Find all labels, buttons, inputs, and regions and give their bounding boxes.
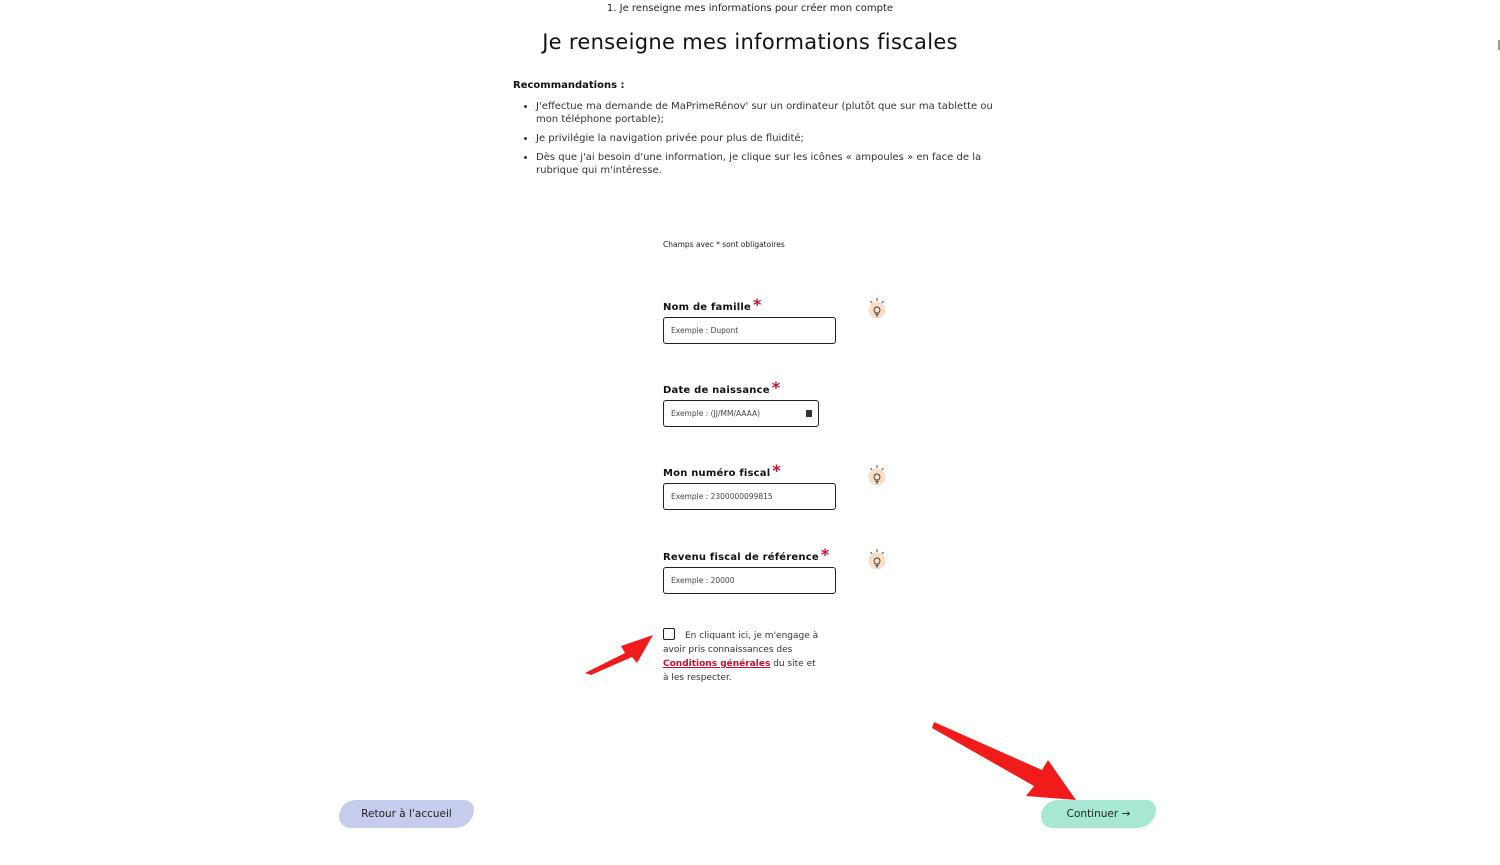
revenu-input[interactable]: [664, 568, 835, 593]
consent-text-before: En cliquant ici, je m'engage à avoir pri…: [663, 631, 819, 655]
naissance-label: Date de naissance: [663, 385, 770, 396]
nom-input-wrapper: [663, 317, 836, 344]
required-star: *: [772, 461, 781, 480]
required-fields-note: Champs avec * sont obligatoires: [663, 240, 785, 249]
field-numero-fiscal: Mon numéro fiscal *: [663, 461, 836, 510]
annotation-arrow-continue: [932, 722, 1076, 800]
field-revenu-fiscal: Revenu fiscal de référence *: [663, 545, 836, 594]
lightbulb-icon[interactable]: [867, 548, 887, 572]
field-nom-de-famille: Nom de famille *: [663, 295, 836, 344]
conditions-generales-link[interactable]: Conditions générales: [663, 659, 770, 669]
fiscal-label: Mon numéro fiscal: [663, 468, 771, 479]
nom-input[interactable]: [664, 318, 835, 343]
required-star: *: [771, 378, 781, 397]
consent-block: En cliquant ici, je m'engage à avoir pri…: [663, 628, 823, 685]
page-title: Je renseigne mes informations fiscales: [542, 30, 958, 54]
nom-label: Nom de famille: [663, 302, 751, 313]
recommendations-title: Recommandations :: [513, 80, 625, 91]
continue-button[interactable]: Continuer →: [1041, 800, 1156, 828]
recommendation-item: J'effectue ma demande de MaPrimeRénov' s…: [536, 100, 993, 126]
required-star: *: [752, 295, 762, 314]
naissance-input[interactable]: [664, 401, 818, 426]
recommendations-list: J'effectue ma demande de MaPrimeRénov' s…: [513, 100, 993, 177]
step-indicator: 1. Je renseigne mes informations pour cr…: [606, 3, 894, 14]
lightbulb-icon[interactable]: [867, 297, 887, 321]
back-home-button[interactable]: Retour à l'accueil: [339, 800, 474, 828]
consent-checkbox[interactable]: [663, 628, 675, 640]
annotation-arrow-checkbox: [585, 635, 653, 675]
recommendation-item: Dès que j'ai besoin d'une information, j…: [536, 151, 993, 177]
naissance-input-wrapper: [663, 400, 819, 427]
page: 1. Je renseigne mes informations pour cr…: [0, 0, 1500, 865]
required-star: *: [820, 545, 830, 564]
calendar-icon[interactable]: [806, 410, 812, 417]
revenu-label: Revenu fiscal de référence: [663, 552, 819, 563]
field-date-de-naissance: Date de naissance *: [663, 378, 819, 427]
revenu-input-wrapper: [663, 567, 836, 594]
lightbulb-icon[interactable]: [867, 464, 887, 488]
recommendation-item: Je privilégie la navigation privée pour …: [536, 132, 993, 145]
recommendations: Recommandations : J'effectue ma demande …: [513, 80, 993, 183]
fiscal-input-wrapper: [663, 483, 836, 510]
fiscal-input[interactable]: [664, 484, 835, 509]
